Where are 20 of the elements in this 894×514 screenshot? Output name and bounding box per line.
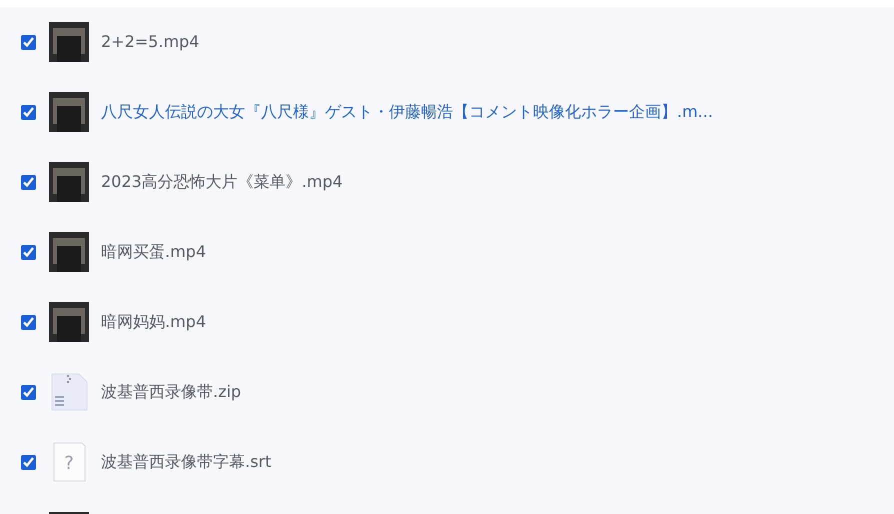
file-checkbox[interactable] [21, 34, 36, 50]
file-name[interactable]: 2+2=5.mp4 [101, 30, 200, 54]
file-name[interactable]: 2023高分恐怖大片《菜单》.mp4 [101, 170, 343, 194]
file-checkbox[interactable] [21, 454, 36, 470]
video-thumbnail [49, 302, 89, 342]
file-checkbox[interactable] [21, 314, 36, 330]
zip-file-icon [49, 372, 89, 412]
video-thumbnail [49, 162, 89, 202]
file-name[interactable]: 暗网买蛋.mp4 [101, 240, 206, 264]
file-name[interactable]: 暗网妈妈.mp4 [101, 310, 206, 334]
video-thumbnail [49, 92, 89, 132]
file-checkbox[interactable] [21, 384, 36, 400]
file-checkbox[interactable] [21, 174, 36, 190]
file-checkbox[interactable] [21, 104, 36, 120]
video-thumbnail [49, 22, 89, 62]
file-checkbox[interactable] [21, 244, 36, 260]
file-name[interactable]: 波基普西录像带.zip [101, 380, 242, 404]
file-name[interactable]: 波基普西录像带字幕.srt [101, 450, 272, 474]
video-thumbnail [49, 232, 89, 272]
file-name[interactable]: 八尺女人伝説の大女『八尺様』ゲスト・伊藤暢浩【コメント映像化ホラー企画】.m... [101, 100, 713, 124]
